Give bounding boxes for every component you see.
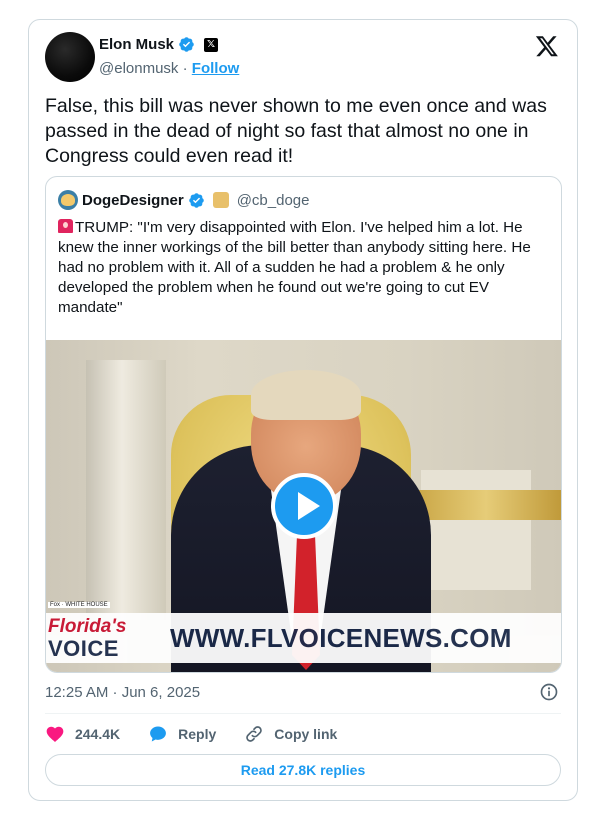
info-icon[interactable]	[539, 682, 559, 702]
copy-link-label: Copy link	[274, 726, 338, 742]
like-button[interactable]: 244.4K	[45, 724, 120, 744]
copy-link-button[interactable]: Copy link	[244, 724, 337, 744]
reply-label: Reply	[178, 726, 217, 742]
follow-link[interactable]: Follow	[192, 60, 240, 77]
like-count: 244.4K	[75, 726, 121, 742]
banner-url: WWW.FLVOICENEWS.COM	[170, 622, 512, 653]
heart-icon	[46, 726, 64, 742]
author-name[interactable]: Elon Musk	[99, 36, 174, 53]
video-gold-trim	[411, 490, 561, 520]
video-hair	[251, 370, 361, 420]
quoted-text-block: TRUMP: "I'm very disappointed with Elon.…	[58, 218, 553, 318]
video-column	[86, 360, 166, 620]
quoted-header: DogeDesigner @cb_doge	[58, 190, 309, 210]
avatar[interactable]	[45, 32, 95, 82]
verified-badge-icon	[179, 37, 194, 52]
read-replies-button[interactable]: Read 27.8K replies	[45, 754, 561, 786]
reply-button[interactable]: Reply	[148, 724, 216, 744]
logo-line1: Florida's	[48, 616, 127, 637]
verified-badge-icon	[188, 192, 204, 208]
video-mantel	[421, 470, 531, 590]
quoted-text: TRUMP: "I'm very disappointed with Elon.…	[58, 219, 531, 316]
logo-line2: VOICE	[48, 636, 119, 661]
play-icon[interactable]	[271, 473, 337, 539]
video-tiny-caption: Fox · WHITE HOUSE	[48, 602, 110, 608]
quoted-name[interactable]: DogeDesigner	[82, 192, 184, 209]
quoted-handle: @cb_doge	[236, 191, 310, 209]
quoted-tweet[interactable]: DogeDesigner @cb_doge TRUMP: "I'm very d…	[45, 176, 562, 673]
link-icon	[246, 726, 263, 742]
floridas-voice-logo: Florida's VOICE	[46, 616, 138, 660]
author-name-row: Elon Musk 𝕏	[99, 36, 219, 53]
tweet-text: False, this bill was never shown to me e…	[45, 95, 547, 167]
timestamp[interactable]: 12:25 AM · Jun 6, 2025	[45, 684, 200, 701]
action-bar: 244.4K Reply Copy link	[45, 723, 337, 745]
author-handle-row: @elonmusk · Follow	[99, 60, 239, 77]
video-lower-third: Florida's VOICE WWW.FLVOICENEWS.COM	[46, 613, 561, 663]
author-handle[interactable]: @elonmusk	[99, 60, 178, 77]
separator-dot: ·	[182, 60, 188, 77]
x-logo-icon[interactable]	[535, 34, 559, 58]
doge-emoji-icon	[212, 192, 229, 208]
divider	[45, 713, 561, 714]
quoted-avatar[interactable]	[58, 190, 78, 210]
reply-bubble-icon	[150, 726, 167, 742]
tweet-card: Elon Musk 𝕏 @elonmusk · Follow False, th…	[28, 19, 578, 801]
siren-icon	[58, 219, 73, 233]
video-player[interactable]: Fox · WHITE HOUSE Florida's VOICE WWW.FL…	[46, 340, 561, 672]
x-affiliate-badge-icon: 𝕏	[204, 37, 219, 52]
